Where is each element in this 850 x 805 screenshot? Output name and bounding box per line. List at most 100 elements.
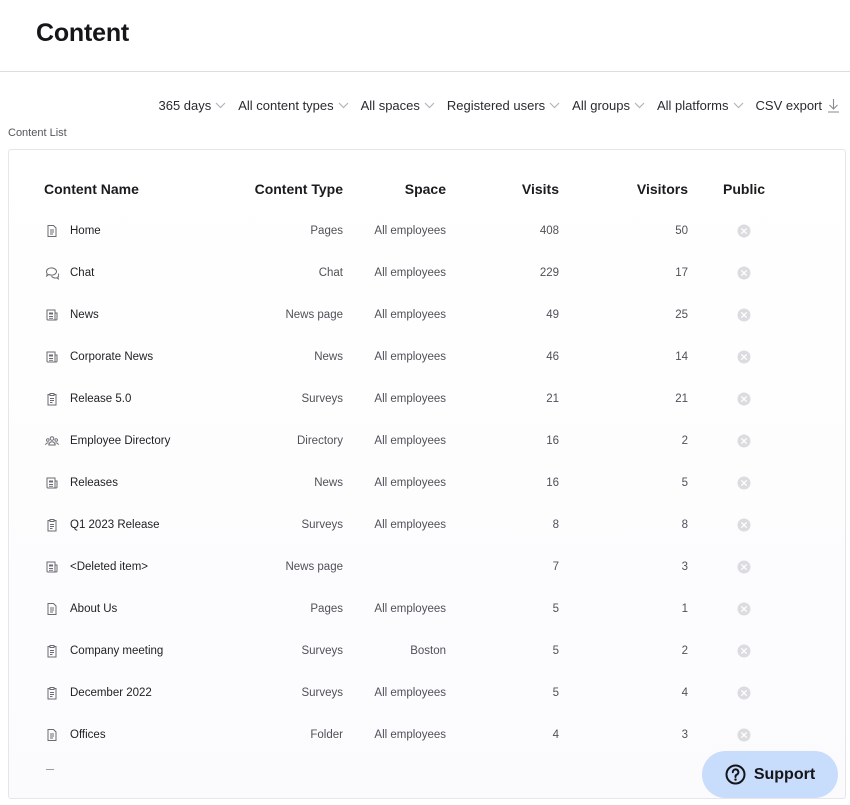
visitors-cell: 2	[681, 645, 688, 657]
chat-icon	[45, 267, 59, 280]
public-cross-icon	[737, 224, 751, 238]
chevron-down-icon	[338, 102, 349, 108]
content-name-cell[interactable]: About Us	[70, 588, 117, 630]
public-cross-icon	[737, 560, 751, 574]
content-type-cell: Surveys	[301, 687, 343, 699]
content-type-cell: News page	[285, 561, 343, 573]
content-type-cell: News	[314, 477, 343, 489]
support-label: Support	[753, 765, 816, 783]
column-header-visits[interactable]: Visits	[522, 181, 559, 197]
table-row[interactable]: Employee Directory Directory All employees…	[9, 420, 845, 462]
visits-cell: 21	[546, 393, 559, 405]
content-name-cell[interactable]: Releases	[70, 462, 118, 504]
table-row[interactable]: December 2022 Surveys All employees 5 4	[9, 672, 845, 714]
space-cell: All employees	[374, 603, 446, 615]
filter-spaces-dropdown[interactable]: All spaces	[361, 98, 435, 113]
support-button[interactable]: Support	[702, 751, 838, 798]
content-name-cell[interactable]: Home	[70, 210, 101, 252]
content-name-cell[interactable]: Company meeting	[70, 630, 163, 672]
table-row[interactable]: Home Pages All employees 408 50	[9, 210, 845, 252]
space-cell: All employees	[374, 309, 446, 321]
content-name-cell[interactable]: Offices	[70, 714, 106, 756]
content-name-cell[interactable]: Employee Directory	[70, 420, 170, 462]
page-icon	[47, 729, 57, 741]
filter-groups-dropdown[interactable]: All groups	[572, 98, 645, 113]
table-row[interactable]: Q1 2023 Release Surveys All employees 8 8	[9, 504, 845, 546]
public-cross-icon	[737, 434, 751, 448]
column-header-content-type[interactable]: Content Type	[255, 181, 343, 197]
space-cell: All employees	[374, 435, 446, 447]
filter-users-label: Registered users	[446, 97, 546, 113]
csv-export-button[interactable]: CSV export	[756, 98, 840, 113]
public-cross-icon	[737, 644, 751, 658]
clipboard-icon	[47, 519, 57, 532]
visits-cell: 4	[552, 729, 559, 741]
content-type-cell: Pages	[310, 603, 343, 615]
filter-users-dropdown[interactable]: Registered users	[447, 98, 560, 113]
chevron-down-icon	[549, 102, 560, 108]
visitors-cell: 17	[675, 267, 688, 279]
space-cell: All employees	[374, 225, 446, 237]
page-header: Content	[0, 0, 850, 72]
newspaper-icon	[46, 477, 58, 489]
column-header-visitors[interactable]: Visitors	[637, 181, 688, 197]
filter-groups-label: All groups	[572, 97, 630, 113]
public-cross-icon	[737, 602, 751, 616]
space-cell: All employees	[374, 267, 446, 279]
content-name-cell[interactable]: December 2022	[70, 672, 152, 714]
space-cell: Boston	[410, 645, 446, 657]
content-name-cell[interactable]: News	[70, 294, 99, 336]
content-type-cell: Surveys	[301, 645, 343, 657]
visits-cell: 5	[552, 645, 559, 657]
table-row[interactable]: Company meeting Surveys Boston 5 2	[9, 630, 845, 672]
content-type-cell: Directory	[296, 435, 343, 447]
table-row[interactable]: Releases News All employees 16 5	[9, 462, 845, 504]
visits-cell: 16	[546, 435, 559, 447]
content-list-label: Content List	[8, 127, 67, 139]
visitors-cell: 21	[675, 393, 688, 405]
public-cross-icon	[737, 728, 751, 742]
space-cell: All employees	[374, 729, 446, 741]
table-row[interactable]: Corporate News News All employees 46 14	[9, 336, 845, 378]
filter-content-type-label: All content types	[238, 97, 334, 113]
table-row[interactable]: News News page All employees 49 25	[9, 294, 845, 336]
content-name-cell[interactable]: Chat	[70, 252, 94, 294]
content-name-cell[interactable]: Q1 2023 Release	[70, 504, 160, 546]
table-row[interactable]: Release 5.0 Surveys All employees 21 21	[9, 378, 845, 420]
table-row[interactable]: About Us Pages All employees 5 1	[9, 588, 845, 630]
column-header-space[interactable]: Space	[405, 181, 446, 197]
visits-cell: 229	[539, 267, 559, 279]
public-cross-icon	[737, 476, 751, 490]
page-title: Content	[36, 19, 130, 47]
content-name-cell[interactable]: Corporate News	[70, 336, 153, 378]
visits-cell: 5	[552, 687, 559, 699]
download-icon	[828, 98, 839, 113]
column-header-content-name[interactable]: Content Name	[44, 181, 139, 197]
column-header-public[interactable]: Public	[723, 181, 765, 197]
space-cell: All employees	[374, 519, 446, 531]
filter-spaces-label: All spaces	[360, 97, 420, 113]
visits-cell: 46	[546, 351, 559, 363]
filter-platforms-label: All platforms	[656, 97, 729, 113]
public-cross-icon	[737, 266, 751, 280]
content-type-cell: Surveys	[301, 519, 343, 531]
visitors-cell: 8	[681, 519, 688, 531]
visitors-cell: 1	[681, 603, 688, 615]
visits-cell: 49	[546, 309, 559, 321]
space-cell: All employees	[374, 351, 446, 363]
table-row[interactable]: Offices Folder All employees 4 3	[9, 714, 845, 756]
content-name-cell[interactable]: <Deleted item>	[70, 546, 148, 588]
filter-period-dropdown[interactable]: 365 days	[158, 98, 226, 113]
truncated-row-indicator	[46, 769, 54, 770]
visits-cell: 8	[552, 519, 559, 531]
filter-platforms-dropdown[interactable]: All platforms	[657, 98, 744, 113]
table-row[interactable]: Chat Chat All employees 229 17	[9, 252, 845, 294]
content-type-cell: News page	[285, 309, 343, 321]
chevron-down-icon	[424, 102, 435, 108]
clipboard-icon	[47, 645, 57, 658]
content-name-cell[interactable]: Release 5.0	[70, 378, 131, 420]
people-icon	[45, 436, 59, 446]
table-row[interactable]: <Deleted item> News page 7 3	[9, 546, 845, 588]
public-cross-icon	[737, 308, 751, 322]
filter-content-type-dropdown[interactable]: All content types	[238, 97, 349, 113]
